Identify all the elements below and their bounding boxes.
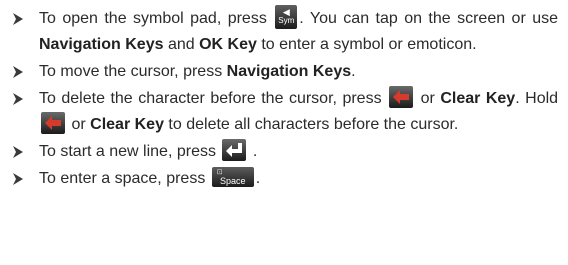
space-key-icon: ⊡ Space xyxy=(211,166,254,187)
space-key-label: Space xyxy=(220,175,246,186)
item-text: . You can tap on the screen or use xyxy=(299,10,559,27)
backspace-key-icon xyxy=(41,111,65,134)
instruction-page: To open the symbol pad, press ◀ Sym. You … xyxy=(0,0,568,265)
item-text: or xyxy=(420,90,435,107)
item-text: . xyxy=(351,63,356,80)
item-text: . xyxy=(255,170,261,187)
list-item-symbol-pad: To open the symbol pad, press ◀ Sym. You … xyxy=(11,4,559,58)
list-item-move-cursor: To move the cursor, press Navigation Key… xyxy=(11,59,558,85)
ok-key-term: OK Key xyxy=(199,36,257,53)
arrow-bullet-icon xyxy=(12,59,26,85)
arrow-bullet-icon xyxy=(12,166,26,192)
sym-key-label: Sym xyxy=(278,15,295,25)
item-text: To enter a space, press xyxy=(39,170,206,187)
clear-key-term: Clear Key xyxy=(90,116,164,133)
enter-key-icon xyxy=(222,138,247,161)
list-item-space: To enter a space, press ⊡ Space. xyxy=(11,166,558,192)
instruction-list: To open the symbol pad, press ◀ Sym. You … xyxy=(11,4,559,192)
navigation-keys-term: Navigation Keys xyxy=(39,36,164,53)
item-text: To delete the character before the curso… xyxy=(39,90,382,107)
backspace-key-icon xyxy=(389,85,414,108)
item-text: and xyxy=(167,36,195,53)
item-text: . xyxy=(252,143,258,160)
arrow-bullet-icon xyxy=(12,139,26,165)
list-item-new-line: To start a new line, press . xyxy=(11,138,558,165)
arrow-bullet-icon xyxy=(12,86,26,112)
item-text: . Hold xyxy=(515,90,559,107)
item-text: To start a new line, press xyxy=(39,143,216,160)
item-text: To open the symbol pad, press xyxy=(39,10,267,27)
item-text: to delete all characters before the curs… xyxy=(168,116,459,133)
item-text: to enter a symbol or emoticon. xyxy=(261,36,477,53)
list-item-delete: To delete the character before the curso… xyxy=(11,85,559,138)
arrow-bullet-icon xyxy=(12,6,26,32)
item-text: or xyxy=(71,116,86,133)
clear-key-term: Clear Key xyxy=(440,90,516,107)
sym-key-icon: ◀ Sym xyxy=(275,4,298,29)
item-text: To move the cursor, press xyxy=(39,63,223,80)
navigation-keys-term: Navigation Keys xyxy=(226,63,352,80)
